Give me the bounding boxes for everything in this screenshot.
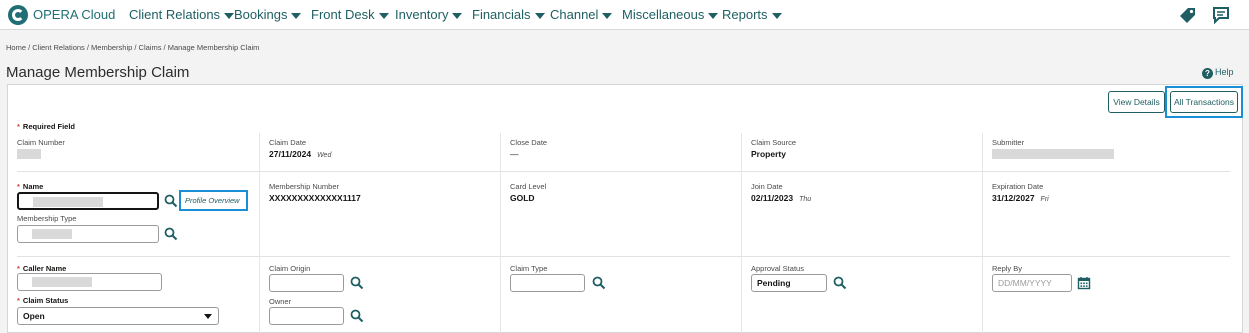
column-separator — [500, 133, 501, 333]
breadcrumb[interactable]: Home / Client Relations / Membership / C… — [6, 43, 259, 52]
column-separator — [982, 133, 983, 333]
reply-by-field[interactable]: DD/MM/YYYY — [992, 274, 1072, 292]
expiration-date-value: 31/12/2027 Fri — [992, 193, 1049, 203]
close-date-value: — — [510, 149, 519, 159]
search-icon[interactable] — [833, 276, 847, 290]
brand-name[interactable]: OPERA Cloud — [33, 7, 115, 22]
nav-miscellaneous[interactable]: Miscellaneous — [622, 7, 719, 22]
nav-financials[interactable]: Financials — [472, 7, 545, 22]
claim-date-label: Claim Date — [269, 138, 307, 147]
join-date-label: Join Date — [751, 182, 783, 191]
join-date-value: 02/11/2023 Thu — [751, 193, 812, 203]
expiration-date-label: Expiration Date — [992, 182, 1044, 191]
approval-status-field[interactable]: Pending — [751, 274, 827, 292]
caller-name-label: * Caller Name — [17, 264, 67, 273]
column-separator — [741, 133, 742, 333]
calendar-icon[interactable] — [1077, 276, 1091, 290]
claim-type-field[interactable] — [510, 274, 585, 292]
claim-status-label: * Claim Status — [17, 296, 69, 305]
membership-number-label: Membership Number — [269, 182, 340, 191]
nav-inventory[interactable]: Inventory — [395, 7, 463, 22]
membership-number-value: XXXXXXXXXXXXX1117 — [269, 193, 361, 203]
top-navigation-bar: OPERA Cloud Client Relations Bookings Fr… — [0, 0, 1249, 30]
card-level-label: Card Level — [510, 182, 547, 191]
submitter-value — [992, 149, 1114, 159]
page-title: Manage Membership Claim — [6, 64, 190, 81]
membership-type-label: Membership Type — [17, 214, 77, 223]
card-level-value: GOLD — [510, 193, 535, 203]
membership-type-value — [32, 229, 72, 239]
claim-type-label: Claim Type — [510, 264, 548, 273]
claim-origin-field[interactable] — [269, 274, 344, 292]
column-separator — [259, 133, 260, 333]
submitter-label: Submitter — [992, 138, 1025, 147]
caret-down-icon — [602, 12, 613, 19]
caret-down-icon — [378, 12, 389, 19]
caret-down-icon — [534, 12, 545, 19]
all-transactions-highlight — [1165, 86, 1243, 118]
caret-down-icon — [708, 12, 719, 19]
nav-front-desk[interactable]: Front Desk — [311, 7, 389, 22]
reply-by-label: Reply By — [992, 264, 1023, 273]
profile-overview-link[interactable]: Profile Overview — [185, 196, 240, 205]
opera-logo-icon[interactable] — [8, 5, 28, 25]
search-icon[interactable] — [592, 276, 606, 290]
claim-source-label: Claim Source — [751, 138, 797, 147]
caret-down-icon — [452, 12, 463, 19]
claim-date-value: 27/11/2024 Wed — [269, 149, 332, 159]
caller-name-field[interactable] — [17, 273, 162, 291]
chat-icon[interactable] — [1211, 5, 1231, 25]
row-divider — [17, 171, 1230, 172]
help-link[interactable]: ? Help — [1202, 67, 1234, 79]
name-value — [33, 197, 103, 207]
approval-status-label: Approval Status — [751, 264, 804, 273]
search-icon[interactable] — [350, 276, 364, 290]
claim-panel: View Details All Transactions * Required … — [7, 84, 1243, 333]
claim-status-select[interactable]: Open — [17, 307, 219, 325]
row-divider — [17, 256, 1230, 257]
nav-bookings[interactable]: Bookings — [234, 7, 302, 22]
required-field-note: * Required Field — [17, 122, 76, 131]
owner-field[interactable] — [269, 307, 344, 325]
claim-number-value — [17, 149, 41, 159]
help-icon: ? — [1202, 68, 1213, 79]
claim-origin-label: Claim Origin — [269, 264, 311, 273]
caller-name-value — [32, 277, 92, 287]
name-field[interactable] — [17, 192, 159, 210]
nav-reports[interactable]: Reports — [722, 7, 782, 22]
owner-label: Owner — [269, 297, 292, 306]
tag-icon[interactable] — [1178, 5, 1198, 25]
name-label: * Name — [17, 182, 44, 191]
caret-down-icon — [224, 12, 235, 19]
claim-source-value: Property — [751, 149, 786, 159]
caret-down-icon — [204, 314, 212, 319]
nav-client-relations[interactable]: Client Relations — [129, 7, 235, 22]
search-icon[interactable] — [350, 309, 364, 323]
nav-channel[interactable]: Channel — [550, 7, 613, 22]
membership-type-field[interactable] — [17, 225, 159, 243]
close-date-label: Close Date — [510, 138, 548, 147]
search-icon[interactable] — [164, 194, 178, 208]
claim-number-label: Claim Number — [17, 138, 65, 147]
search-icon[interactable] — [164, 227, 178, 241]
caret-down-icon — [771, 12, 782, 19]
caret-down-icon — [291, 12, 302, 19]
view-details-button[interactable]: View Details — [1108, 91, 1165, 113]
